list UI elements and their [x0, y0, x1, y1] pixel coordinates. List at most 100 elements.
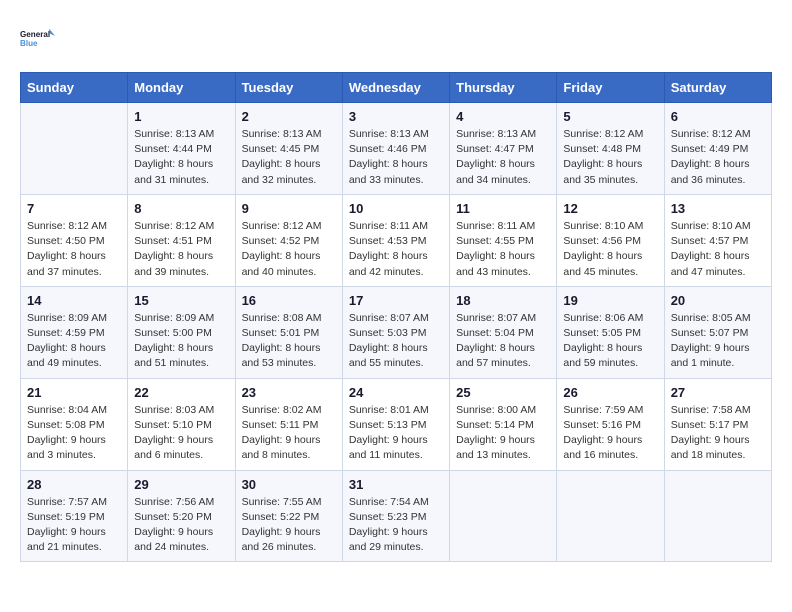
- calendar-cell: 9 Sunrise: 8:12 AM Sunset: 4:52 PM Daylig…: [235, 194, 342, 286]
- calendar-cell: 20 Sunrise: 8:05 AM Sunset: 5:07 PM Dayli…: [664, 286, 771, 378]
- calendar-cell: 17Sunrise: 8:07 AM Sunset: 5:03 PM Dayli…: [342, 286, 449, 378]
- day-number: 8: [134, 201, 228, 216]
- weekday-header-row: SundayMondayTuesdayWednesdayThursdayFrid…: [21, 73, 772, 103]
- calendar-cell: 14Sunrise: 8:09 AM Sunset: 4:59 PM Dayli…: [21, 286, 128, 378]
- day-number: 28: [27, 477, 121, 492]
- day-number: 14: [27, 293, 121, 308]
- calendar-cell: 6Sunrise: 8:12 AM Sunset: 4:49 PM Daylig…: [664, 103, 771, 195]
- day-number: 15: [134, 293, 228, 308]
- calendar-cell: 31 Sunrise: 7:54 AM Sunset: 5:23 PM Dayli…: [342, 470, 449, 562]
- calendar-cell: [557, 470, 664, 562]
- day-info: Sunrise: 7:56 AM Sunset: 5:20 PM Dayligh…: [134, 495, 228, 556]
- day-number: 10: [349, 201, 443, 216]
- day-info: Sunrise: 8:01 AM Sunset: 5:13 PM Dayligh…: [349, 403, 443, 464]
- day-number: 25: [456, 385, 550, 400]
- day-number: 4: [456, 109, 550, 124]
- day-info: Sunrise: 8:11 AM Sunset: 4:53 PM Dayligh…: [349, 219, 443, 280]
- day-info: Sunrise: 8:13 AM Sunset: 4:47 PM Dayligh…: [456, 127, 550, 188]
- day-number: 24: [349, 385, 443, 400]
- calendar-cell: 29 Sunrise: 7:56 AM Sunset: 5:20 PM Dayli…: [128, 470, 235, 562]
- calendar-cell: 18 Sunrise: 8:07 AM Sunset: 5:04 PM Dayli…: [450, 286, 557, 378]
- day-info: Sunrise: 7:57 AM Sunset: 5:19 PM Dayligh…: [27, 495, 121, 556]
- calendar-cell: 26 Sunrise: 7:59 AM Sunset: 5:16 PM Dayli…: [557, 378, 664, 470]
- day-number: 11: [456, 201, 550, 216]
- weekday-header-sunday: Sunday: [21, 73, 128, 103]
- day-number: 20: [671, 293, 765, 308]
- day-number: 13: [671, 201, 765, 216]
- day-number: 29: [134, 477, 228, 492]
- calendar-cell: 12 Sunrise: 8:10 AM Sunset: 4:56 PM Dayli…: [557, 194, 664, 286]
- day-number: 27: [671, 385, 765, 400]
- day-info: Sunrise: 8:07 AM Sunset: 5:03 PM Dayligh…: [349, 311, 443, 372]
- svg-text:General: General: [20, 30, 50, 39]
- logo-icon: GeneralBlue: [20, 20, 56, 56]
- calendar-cell: 27 Sunrise: 7:58 AM Sunset: 5:17 PM Dayli…: [664, 378, 771, 470]
- day-number: 9: [242, 201, 336, 216]
- weekday-header-thursday: Thursday: [450, 73, 557, 103]
- calendar-cell: 1 Sunrise: 8:13 AM Sunset: 4:44 PM Daylig…: [128, 103, 235, 195]
- day-number: 31: [349, 477, 443, 492]
- day-info: Sunrise: 8:05 AM Sunset: 5:07 PM Dayligh…: [671, 311, 765, 372]
- calendar-table: SundayMondayTuesdayWednesdayThursdayFrid…: [20, 72, 772, 562]
- day-number: 26: [563, 385, 657, 400]
- day-info: Sunrise: 8:13 AM Sunset: 4:44 PM Dayligh…: [134, 127, 228, 188]
- day-info: Sunrise: 8:04 AM Sunset: 5:08 PM Dayligh…: [27, 403, 121, 464]
- weekday-header-saturday: Saturday: [664, 73, 771, 103]
- day-info: Sunrise: 8:12 AM Sunset: 4:52 PM Dayligh…: [242, 219, 336, 280]
- day-info: Sunrise: 8:13 AM Sunset: 4:45 PM Dayligh…: [242, 127, 336, 188]
- calendar-cell: 16Sunrise: 8:08 AM Sunset: 5:01 PM Dayli…: [235, 286, 342, 378]
- day-info: Sunrise: 8:00 AM Sunset: 5:14 PM Dayligh…: [456, 403, 550, 464]
- day-info: Sunrise: 8:12 AM Sunset: 4:48 PM Dayligh…: [563, 127, 657, 188]
- day-info: Sunrise: 7:55 AM Sunset: 5:22 PM Dayligh…: [242, 495, 336, 556]
- day-number: 1: [134, 109, 228, 124]
- day-info: Sunrise: 8:12 AM Sunset: 4:50 PM Dayligh…: [27, 219, 121, 280]
- day-number: 19: [563, 293, 657, 308]
- calendar-cell: 30 Sunrise: 7:55 AM Sunset: 5:22 PM Dayli…: [235, 470, 342, 562]
- day-info: Sunrise: 8:02 AM Sunset: 5:11 PM Dayligh…: [242, 403, 336, 464]
- calendar-cell: 2 Sunrise: 8:13 AM Sunset: 4:45 PM Daylig…: [235, 103, 342, 195]
- day-info: Sunrise: 7:59 AM Sunset: 5:16 PM Dayligh…: [563, 403, 657, 464]
- day-number: 18: [456, 293, 550, 308]
- calendar-cell: 8Sunrise: 8:12 AM Sunset: 4:51 PM Daylig…: [128, 194, 235, 286]
- calendar-week-row: 1 Sunrise: 8:13 AM Sunset: 4:44 PM Daylig…: [21, 103, 772, 195]
- calendar-cell: 23Sunrise: 8:02 AM Sunset: 5:11 PM Dayli…: [235, 378, 342, 470]
- calendar-cell: 4 Sunrise: 8:13 AM Sunset: 4:47 PM Daylig…: [450, 103, 557, 195]
- calendar-cell: 11Sunrise: 8:11 AM Sunset: 4:55 PM Dayli…: [450, 194, 557, 286]
- calendar-cell: 25 Sunrise: 8:00 AM Sunset: 5:14 PM Dayli…: [450, 378, 557, 470]
- weekday-header-tuesday: Tuesday: [235, 73, 342, 103]
- day-number: 3: [349, 109, 443, 124]
- calendar-cell: 21Sunrise: 8:04 AM Sunset: 5:08 PM Dayli…: [21, 378, 128, 470]
- calendar-cell: 24 Sunrise: 8:01 AM Sunset: 5:13 PM Dayli…: [342, 378, 449, 470]
- day-info: Sunrise: 8:03 AM Sunset: 5:10 PM Dayligh…: [134, 403, 228, 464]
- day-info: Sunrise: 8:07 AM Sunset: 5:04 PM Dayligh…: [456, 311, 550, 372]
- calendar-cell: 19 Sunrise: 8:06 AM Sunset: 5:05 PM Dayli…: [557, 286, 664, 378]
- day-info: Sunrise: 8:10 AM Sunset: 4:56 PM Dayligh…: [563, 219, 657, 280]
- day-info: Sunrise: 7:58 AM Sunset: 5:17 PM Dayligh…: [671, 403, 765, 464]
- weekday-header-monday: Monday: [128, 73, 235, 103]
- calendar-cell: 10 Sunrise: 8:11 AM Sunset: 4:53 PM Dayli…: [342, 194, 449, 286]
- day-info: Sunrise: 7:54 AM Sunset: 5:23 PM Dayligh…: [349, 495, 443, 556]
- page-header: GeneralBlue: [20, 20, 772, 56]
- day-number: 5: [563, 109, 657, 124]
- day-info: Sunrise: 8:09 AM Sunset: 5:00 PM Dayligh…: [134, 311, 228, 372]
- calendar-cell: 13Sunrise: 8:10 AM Sunset: 4:57 PM Dayli…: [664, 194, 771, 286]
- day-number: 30: [242, 477, 336, 492]
- calendar-week-row: 14Sunrise: 8:09 AM Sunset: 4:59 PM Dayli…: [21, 286, 772, 378]
- calendar-cell: 5 Sunrise: 8:12 AM Sunset: 4:48 PM Daylig…: [557, 103, 664, 195]
- day-number: 22: [134, 385, 228, 400]
- day-number: 2: [242, 109, 336, 124]
- day-info: Sunrise: 8:13 AM Sunset: 4:46 PM Dayligh…: [349, 127, 443, 188]
- svg-text:Blue: Blue: [20, 39, 38, 48]
- day-info: Sunrise: 8:12 AM Sunset: 4:49 PM Dayligh…: [671, 127, 765, 188]
- calendar-cell: [21, 103, 128, 195]
- logo: GeneralBlue: [20, 20, 56, 56]
- day-info: Sunrise: 8:06 AM Sunset: 5:05 PM Dayligh…: [563, 311, 657, 372]
- calendar-week-row: 21Sunrise: 8:04 AM Sunset: 5:08 PM Dayli…: [21, 378, 772, 470]
- calendar-cell: [664, 470, 771, 562]
- day-number: 12: [563, 201, 657, 216]
- weekday-header-friday: Friday: [557, 73, 664, 103]
- day-info: Sunrise: 8:08 AM Sunset: 5:01 PM Dayligh…: [242, 311, 336, 372]
- weekday-header-wednesday: Wednesday: [342, 73, 449, 103]
- calendar-week-row: 7Sunrise: 8:12 AM Sunset: 4:50 PM Daylig…: [21, 194, 772, 286]
- calendar-cell: 3 Sunrise: 8:13 AM Sunset: 4:46 PM Daylig…: [342, 103, 449, 195]
